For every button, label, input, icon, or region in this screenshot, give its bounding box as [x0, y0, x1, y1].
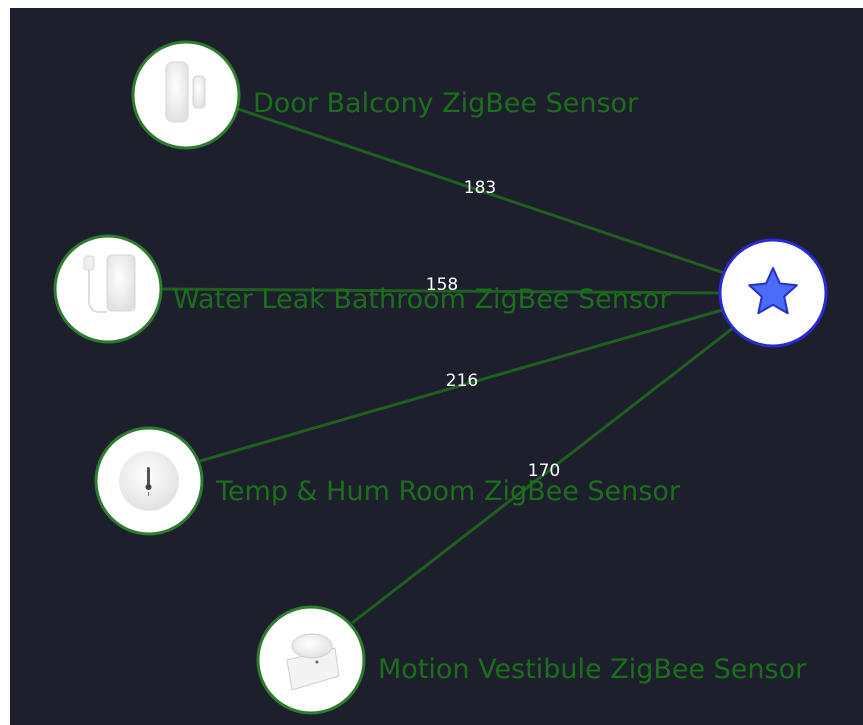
network-map: Door Balcony ZigBee Sensor Water Leak Ba… [0, 0, 863, 725]
edge-label-door-balcony: 183 [464, 178, 496, 198]
edges [159, 106, 734, 625]
network-graph: Door Balcony ZigBee Sensor Water Leak Ba… [53, 40, 828, 715]
node-label-temp-hum: Temp & Hum Room ZigBee Sensor [215, 476, 681, 507]
node-label-motion: Motion Vestibule ZigBee Sensor [378, 654, 807, 685]
device-node-door-balcony[interactable] [131, 40, 241, 150]
device-node-water-leak[interactable] [53, 234, 163, 344]
device-node-temp-hum[interactable] [94, 426, 204, 536]
edge-labels: 183 158 216 170 [426, 178, 560, 481]
edge-label-temp-hum: 216 [446, 371, 478, 391]
device-node-motion[interactable] [256, 605, 366, 715]
coordinator-node[interactable] [718, 238, 828, 348]
node-label-water-leak: Water Leak Bathroom ZigBee Sensor [173, 284, 671, 315]
edge-label-motion: 170 [528, 461, 560, 481]
thermometer-icon [119, 451, 179, 511]
node-label-door-balcony: Door Balcony ZigBee Sensor [253, 88, 639, 119]
edge-label-water-leak: 158 [426, 275, 458, 295]
